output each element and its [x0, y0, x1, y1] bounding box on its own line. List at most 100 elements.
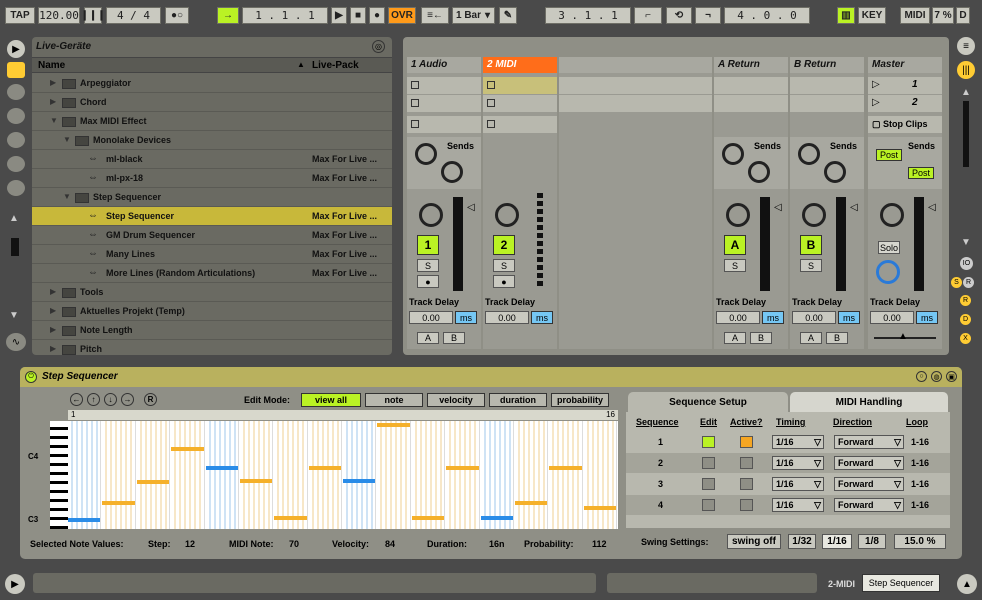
step-8[interactable] [308, 421, 342, 529]
loop-icon[interactable]: ⟲ [666, 7, 692, 24]
edit-toggle[interactable] [702, 499, 715, 511]
arrow-down-icon[interactable]: ↓ [104, 393, 117, 406]
midi-button[interactable]: MIDI [900, 7, 930, 24]
device-fold-icon[interactable]: ○ [916, 371, 927, 382]
active-toggle[interactable] [740, 478, 753, 490]
punch-out-icon[interactable]: ¬ [695, 7, 721, 24]
duration-value[interactable]: 16n [489, 539, 505, 549]
post-button[interactable]: Post [908, 167, 934, 179]
crossfade-a-button[interactable]: A [800, 332, 822, 344]
expand-icon[interactable]: ▶ [50, 287, 56, 296]
volume-fader-icon[interactable]: ◁ [774, 202, 782, 213]
edit-toggle[interactable] [702, 436, 715, 448]
step-16[interactable] [583, 421, 617, 529]
monitor-button[interactable]: ● [417, 275, 439, 288]
scroll-down-icon-right[interactable]: ▼ [961, 237, 971, 248]
probability-value[interactable]: 112 [592, 539, 607, 549]
swing-8-button[interactable]: 1/8 [858, 534, 886, 549]
volume-fader-icon[interactable]: ◁ [850, 202, 858, 213]
stop-clips-button[interactable]: ▢ Stop Clips [868, 116, 942, 133]
crossfader-handle-icon[interactable]: ▲ [898, 331, 908, 342]
cue-knob[interactable] [876, 260, 900, 284]
follow-icon[interactable]: → [217, 7, 239, 24]
browser-item[interactable]: ⇔ GM Drum Sequencer Max For Live ... [32, 226, 392, 245]
io-icon[interactable]: IO [960, 257, 973, 270]
pan-knob[interactable] [495, 203, 519, 227]
arrow-left-icon[interactable]: ← [70, 393, 83, 406]
track-delay-field[interactable]: 0.00 [716, 311, 760, 324]
edit-mode-view-all[interactable]: view all [301, 393, 361, 407]
scene-launch-1[interactable]: ▷ 1 [868, 77, 942, 94]
punch-in-icon[interactable]: ⌐ [634, 7, 662, 24]
record-icon[interactable]: ● [369, 7, 385, 24]
volume-fader-icon[interactable]: ◁ [467, 202, 475, 213]
loop-start-field[interactable]: 3 . 1 . 1 [545, 7, 631, 24]
track-header[interactable]: 1 Audio [407, 57, 481, 73]
delay-unit-button[interactable]: ms [455, 311, 477, 324]
solo-button[interactable]: S [724, 259, 746, 272]
arrow-right-icon[interactable]: → [121, 393, 134, 406]
step-15[interactable] [549, 421, 583, 529]
step-grid[interactable] [68, 421, 618, 529]
direction-select[interactable]: Forward ▽ [834, 498, 904, 512]
arrow-up-icon[interactable]: ↑ [87, 393, 100, 406]
tap-button[interactable]: TAP [5, 7, 35, 24]
browser-item[interactable]: ▶ Pitch [32, 340, 392, 355]
col-name[interactable]: Name [38, 60, 65, 71]
timing-select[interactable]: 1/16 ▽ [772, 498, 824, 512]
collapse-icon[interactable]: ▼ [50, 116, 58, 125]
solo-button[interactable]: S [417, 259, 439, 272]
send-a-knob[interactable] [798, 143, 820, 165]
edit-toggle[interactable] [702, 457, 715, 469]
delay-unit-button[interactable]: ms [916, 311, 938, 324]
browser-item[interactable]: ⇔ Step Sequencer Max For Live ... [32, 207, 392, 226]
loop-length-field[interactable]: 4 . 0 . 0 [724, 7, 810, 24]
track-header[interactable]: A Return [714, 57, 788, 73]
edit-mode-note[interactable]: note [365, 393, 423, 407]
step-note-bar[interactable] [480, 515, 513, 520]
expand-icon[interactable]: ▶ [50, 306, 56, 315]
step-value[interactable]: 12 [185, 539, 195, 549]
track-activator[interactable]: B [800, 235, 822, 255]
expand-icon[interactable]: ▶ [50, 97, 56, 106]
crossfade-b-button[interactable]: B [443, 332, 465, 344]
track-activator[interactable]: A [724, 235, 746, 255]
step-14[interactable] [514, 421, 549, 529]
plugins-icon[interactable] [7, 84, 25, 100]
expand-icon[interactable]: ▶ [50, 78, 56, 87]
r-toggle-icon[interactable]: R [963, 277, 974, 288]
delay-unit-button[interactable]: ms [531, 311, 553, 324]
status-detail-icon[interactable]: ▲ [957, 574, 977, 594]
loop-value[interactable]: 1-16 [911, 458, 929, 468]
track-activator[interactable]: 2 [493, 235, 515, 255]
step-12[interactable] [446, 421, 480, 529]
loop-value[interactable]: 1-16 [911, 479, 929, 489]
browser-item[interactable]: ⇔ ml-px-18 Max For Live ... [32, 169, 392, 188]
crossfade-b-button[interactable]: B [826, 332, 848, 344]
step-note-bar[interactable] [377, 423, 410, 428]
clip-slot[interactable] [483, 95, 557, 112]
browser-item[interactable]: ▼ Step Sequencer [32, 188, 392, 207]
step-note-bar[interactable] [549, 465, 582, 470]
step-note-bar[interactable] [68, 517, 101, 522]
step-note-bar[interactable] [136, 480, 170, 485]
tempo-field[interactable]: 120.00 [38, 7, 80, 24]
track-header[interactable]: B Return [790, 57, 864, 73]
scene-launch-2[interactable]: ▷ 2 [868, 95, 942, 112]
browser-item[interactable]: ▼ Monolake Devices [32, 131, 392, 150]
loop-value[interactable]: 1-16 [911, 437, 929, 447]
delay-icon[interactable]: D [960, 314, 971, 325]
solo-button[interactable]: S [493, 259, 515, 272]
step-note-bar[interactable] [583, 505, 616, 510]
step-9[interactable] [343, 421, 377, 529]
crossfade-a-button[interactable]: A [417, 332, 439, 344]
swing-off-button[interactable]: swing off [727, 534, 781, 549]
step-2[interactable] [102, 421, 136, 529]
sort-icon[interactable]: ▲ [297, 60, 305, 69]
step-note-bar[interactable] [239, 479, 273, 484]
disk-icon[interactable] [7, 132, 25, 148]
scrollbar-right[interactable] [963, 101, 969, 167]
arrangement-view-icon[interactable]: ≡ [957, 37, 975, 55]
meter-field[interactable]: 4 / 4 [106, 7, 161, 24]
active-toggle[interactable] [740, 499, 753, 511]
